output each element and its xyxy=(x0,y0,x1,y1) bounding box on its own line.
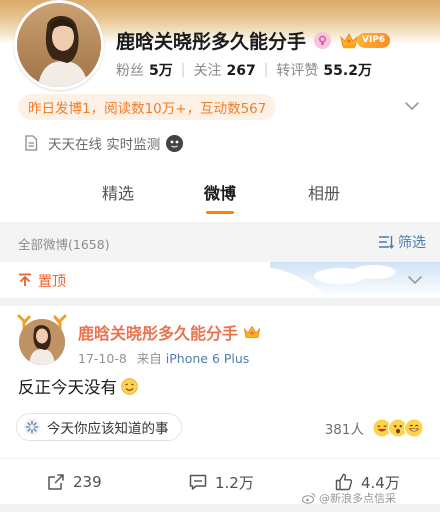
like-icon xyxy=(335,473,353,491)
tab-label: 微博 xyxy=(203,184,236,203)
vip-badge[interactable]: VIP6 xyxy=(339,31,391,49)
monitor-text: 天天在线 实时监测 xyxy=(48,137,161,153)
repost-count: 239 xyxy=(73,473,102,491)
stat-value: 267 xyxy=(226,63,256,79)
chevron-down-icon[interactable] xyxy=(402,96,422,116)
reaction-emojis xyxy=(372,417,426,439)
pinned-bar[interactable]: 置顶 xyxy=(0,262,440,298)
stat-value: 5万 xyxy=(149,63,173,79)
post-author-row: 鹿晗关晓彤多久能分手 xyxy=(78,320,261,344)
crown-icon[interactable] xyxy=(243,325,261,340)
post-avatar-wrap[interactable] xyxy=(16,313,68,369)
profile-name: 鹿晗关晓彤多久能分手 xyxy=(116,30,307,53)
comment-icon xyxy=(189,474,207,490)
filter-icon xyxy=(379,236,394,249)
profile-stats: 粉丝 5万 | 关注 267 | 转评赞 55.2万 xyxy=(116,60,372,80)
stat-label: 转评赞 xyxy=(276,63,319,79)
post-source[interactable]: iPhone 6 Plus xyxy=(166,351,250,366)
tab-label: 相册 xyxy=(307,184,340,203)
stat-fans[interactable]: 粉丝 5万 xyxy=(116,60,173,80)
comment-count: 1.2万 xyxy=(215,473,254,492)
post-meta: 17-10-8 来自 iPhone 6 Plus xyxy=(78,348,249,367)
topic-tag[interactable]: 今天你应该知道的事 xyxy=(16,413,182,441)
all-posts-count: 全部微博(1658) xyxy=(18,237,110,252)
post-source-prefix: 来自 xyxy=(136,351,162,366)
post-avatar[interactable] xyxy=(19,319,65,365)
stat-following[interactable]: 关注 267 xyxy=(193,60,255,80)
chevron-down-icon[interactable] xyxy=(406,271,424,289)
filter-button[interactable]: 筛选 xyxy=(378,232,426,252)
filter-bar: 全部微博(1658) 筛选 xyxy=(0,222,440,262)
tab-weibo[interactable]: 微博 xyxy=(194,176,246,218)
activity-summary[interactable]: 昨日发博1，阅读数10万+，互动数567 xyxy=(18,94,277,120)
monitor-row[interactable]: 天天在线 实时监测 xyxy=(24,132,184,154)
stat-value: 55.2万 xyxy=(323,63,372,79)
repost-button[interactable]: 239 xyxy=(46,471,102,493)
pinned-label: 置顶 xyxy=(38,274,66,290)
profile-name-row: 鹿晗关晓彤多久能分手 VIP6 xyxy=(116,26,391,54)
section-divider xyxy=(0,298,440,306)
post-body[interactable]: 反正今天没有 xyxy=(18,374,138,398)
smile-emoji-icon xyxy=(121,377,138,395)
post-author-name[interactable]: 鹿晗关晓彤多久能分手 xyxy=(78,320,238,344)
reactions-count: 381人 xyxy=(324,422,364,438)
profile-avatar[interactable] xyxy=(14,0,104,90)
weibo-logo-icon xyxy=(302,493,316,504)
topic-icon xyxy=(24,419,40,435)
stat-label: 粉丝 xyxy=(116,63,144,79)
tab-label: 精选 xyxy=(101,184,134,203)
stat-separator: | xyxy=(180,62,186,78)
dark-face-emoji-icon xyxy=(166,134,184,152)
watermark-text: @新浪多点信采 xyxy=(319,492,396,505)
tab-active-indicator xyxy=(206,211,234,214)
crown-icon xyxy=(340,32,358,48)
topic-label: 今天你应该知道的事 xyxy=(47,421,169,437)
document-icon xyxy=(25,135,38,151)
watermark: @新浪多点信采 xyxy=(302,490,396,506)
filter-label: 筛选 xyxy=(398,235,426,251)
comment-button[interactable]: 1.2万 xyxy=(188,471,254,493)
reactions-summary[interactable]: 381人 xyxy=(325,416,426,440)
stat-label: 关注 xyxy=(193,63,222,79)
female-icon xyxy=(314,31,332,49)
vip-level-label: VIP6 xyxy=(357,32,391,48)
tab-album[interactable]: 相册 xyxy=(298,176,350,218)
profile-tabs: 精选 微博 相册 xyxy=(0,176,440,218)
post-text: 反正今天没有 xyxy=(18,378,117,397)
grin-emoji-icon xyxy=(404,418,424,438)
post-date: 17-10-8 xyxy=(78,351,127,366)
pin-icon xyxy=(19,273,31,286)
stat-separator: | xyxy=(263,62,269,78)
tab-featured[interactable]: 精选 xyxy=(92,176,144,218)
stat-interactions[interactable]: 转评赞 55.2万 xyxy=(276,60,372,80)
repost-icon xyxy=(48,474,64,490)
